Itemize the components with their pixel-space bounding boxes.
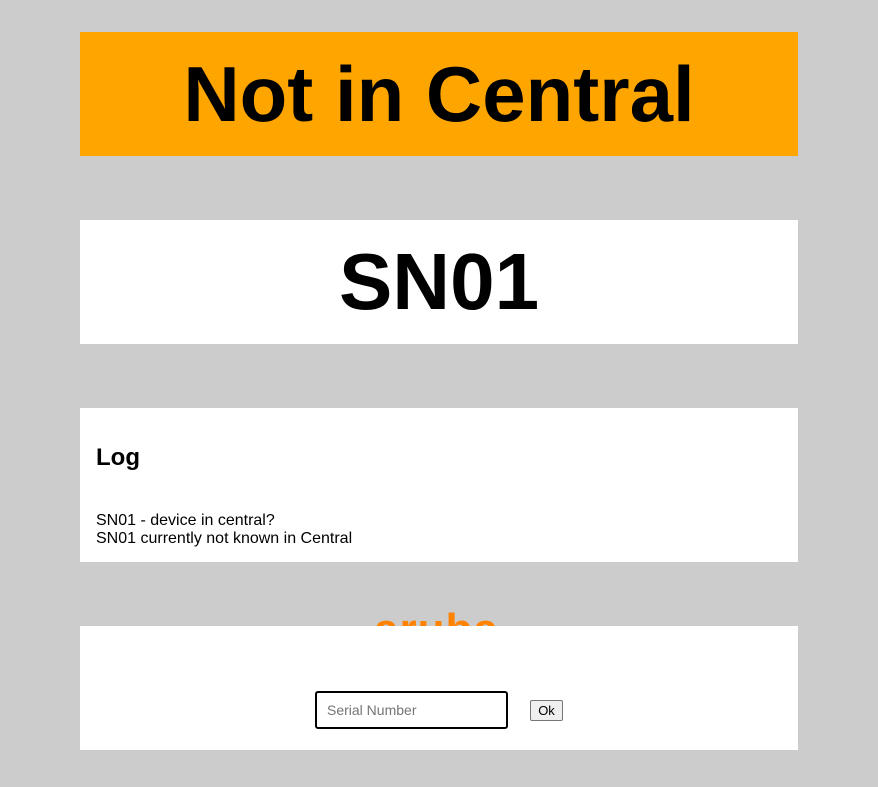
input-panel: Ok xyxy=(80,626,798,750)
log-panel: Log SN01 - device in central? SN01 curre… xyxy=(80,408,798,562)
aruba-logo-text: aruba xyxy=(374,608,499,627)
log-line: SN01 currently not known in Central xyxy=(96,530,353,547)
serial-panel: SN01 xyxy=(80,220,798,344)
serial-number-input[interactable] xyxy=(315,691,508,729)
log-line: SN01 - device in central? xyxy=(96,512,275,529)
serial-number-display: SN01 xyxy=(338,237,540,326)
status-banner: Not in Central xyxy=(80,32,798,156)
aruba-logo: aruba xyxy=(374,604,506,627)
log-title: Log xyxy=(96,444,140,471)
ok-button[interactable]: Ok xyxy=(530,700,563,721)
status-text: Not in Central xyxy=(183,49,695,138)
